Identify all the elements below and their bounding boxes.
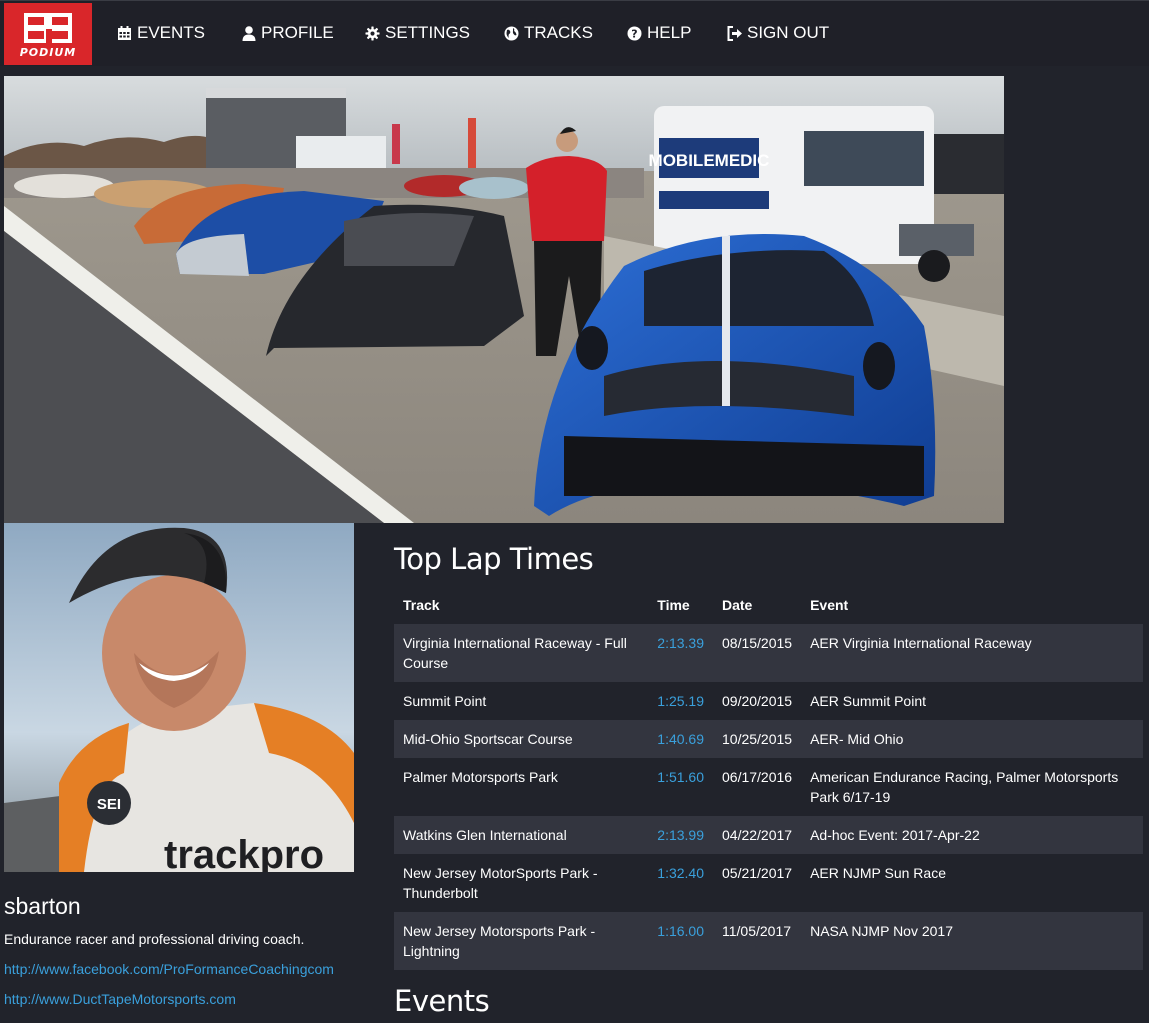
cell-event: NASA NJMP Nov 2017 (801, 912, 1143, 970)
nav-sign-out[interactable]: SIGN OUT (726, 21, 829, 45)
cell-event: AER- Mid Ohio (801, 720, 1143, 758)
cell-date: 11/05/2017 (713, 912, 802, 970)
sign-out-icon (726, 25, 743, 42)
table-row[interactable]: Mid-Ohio Sportscar Course 1:40.69 10/25/… (394, 720, 1143, 758)
nav-sign-out-label: SIGN OUT (747, 23, 830, 42)
hero-photo: MOBILEMEDIC (4, 76, 1004, 523)
events-section-title: Events (394, 984, 490, 1018)
cell-date: 08/15/2015 (713, 624, 802, 682)
cell-time[interactable]: 1:51.60 (648, 758, 713, 816)
profile-link-website[interactable]: http://www.DuctTapeMotorsports.com (4, 991, 236, 1007)
cell-time[interactable]: 2:13.99 (648, 816, 713, 854)
question-circle-icon: ? (626, 25, 643, 42)
cell-event: AER Virginia International Raceway (801, 624, 1143, 682)
cell-track: Summit Point (403, 693, 487, 709)
cell-time[interactable]: 1:32.40 (648, 854, 713, 912)
svg-text:SEI: SEI (97, 796, 121, 813)
logo-text: PODIUM (19, 46, 77, 59)
nav-settings[interactable]: SETTINGS (364, 21, 470, 45)
gear-icon (364, 25, 381, 42)
nav-profile[interactable]: PROFILE (240, 21, 334, 45)
top-lap-times-title: Top Lap Times (394, 542, 594, 576)
hero-photo-cars: MOBILEMEDIC (4, 76, 1004, 523)
globe-icon (503, 25, 520, 42)
cell-date: 06/17/2016 (722, 769, 793, 785)
cell-time[interactable]: 1:25.19 (648, 682, 713, 720)
nav-settings-label: SETTINGS (385, 23, 471, 42)
nav-help-label: HELP (647, 23, 692, 42)
table-row[interactable]: Palmer Motorsports Park 1:51.60 06/17/20… (394, 758, 1143, 816)
cell-track: Mid-Ohio Sportscar Course (394, 720, 649, 758)
profile-avatar: SEI trackpro (4, 523, 354, 872)
cell-track: Palmer Motorsports Park (403, 769, 558, 785)
cell-date: 04/22/2017 (713, 816, 802, 854)
user-icon (240, 25, 257, 42)
col-time-header[interactable]: Time (648, 586, 713, 624)
table-row[interactable]: Virginia International Raceway - Full Co… (394, 624, 1143, 682)
table-row[interactable]: New Jersey MotorSports Park - Thunderbol… (394, 854, 1143, 912)
nav-help[interactable]: ? HELP (626, 21, 691, 45)
cell-event: AER NJMP Sun Race (810, 865, 946, 881)
svg-text:MOBILEMEDIC: MOBILEMEDIC (649, 151, 770, 170)
calendar-icon (116, 25, 133, 42)
cell-track: Virginia International Raceway - Full Co… (394, 624, 649, 682)
cell-event: Ad-hoc Event: 2017-Apr-22 (801, 816, 1143, 854)
cell-event: American Endurance Racing, Palmer Motors… (810, 769, 1119, 805)
table-row[interactable]: New Jersey Motorsports Park - Lightning … (394, 912, 1143, 970)
cell-time[interactable]: 1:40.69 (648, 720, 713, 758)
avatar-photo: SEI trackpro (4, 523, 354, 872)
nav-events[interactable]: EVENTS (116, 21, 205, 45)
cell-date: 10/25/2015 (713, 720, 802, 758)
svg-text:trackpro: trackpro (164, 833, 324, 872)
col-date-header[interactable]: Date (713, 586, 801, 624)
svg-text:?: ? (631, 27, 637, 40)
nav-tracks-label: TRACKS (524, 23, 593, 42)
col-event-header[interactable]: Event (801, 586, 1143, 624)
lap-times-table: Track Time Date Event Virginia Internati… (394, 586, 1143, 970)
cell-date: 09/20/2015 (722, 693, 793, 709)
podium-logo-icon (24, 13, 72, 43)
cell-track: Watkins Glen International (394, 816, 649, 854)
nav-profile-label: PROFILE (261, 23, 334, 42)
col-track-header[interactable]: Track (394, 586, 648, 624)
table-row[interactable]: Summit Point 1:25.19 09/20/2015 AER Summ… (394, 682, 1143, 720)
profile-username: sbarton (4, 893, 81, 919)
cell-event: AER Summit Point (810, 693, 927, 709)
top-navbar: PODIUM EVENTS PROFILE SETTINGS TRACKS ? … (0, 0, 1149, 66)
profile-bio: Endurance racer and professional driving… (4, 931, 305, 947)
cell-time[interactable]: 1:16.00 (648, 912, 713, 970)
table-row[interactable]: Watkins Glen International 2:13.99 04/22… (394, 816, 1143, 854)
cell-track: New Jersey Motorsports Park - Lightning (394, 912, 649, 970)
cell-track: New Jersey MotorSports Park - Thunderbol… (403, 865, 598, 901)
cell-time[interactable]: 2:13.39 (648, 624, 713, 682)
profile-link-facebook[interactable]: http://www.facebook.com/ProFormanceCoach… (4, 961, 334, 977)
table-header-row: Track Time Date Event (394, 586, 1143, 624)
nav-events-label: EVENTS (137, 23, 206, 42)
cell-date: 05/21/2017 (722, 865, 793, 881)
podium-logo[interactable]: PODIUM (4, 3, 92, 65)
nav-tracks[interactable]: TRACKS (503, 21, 593, 45)
